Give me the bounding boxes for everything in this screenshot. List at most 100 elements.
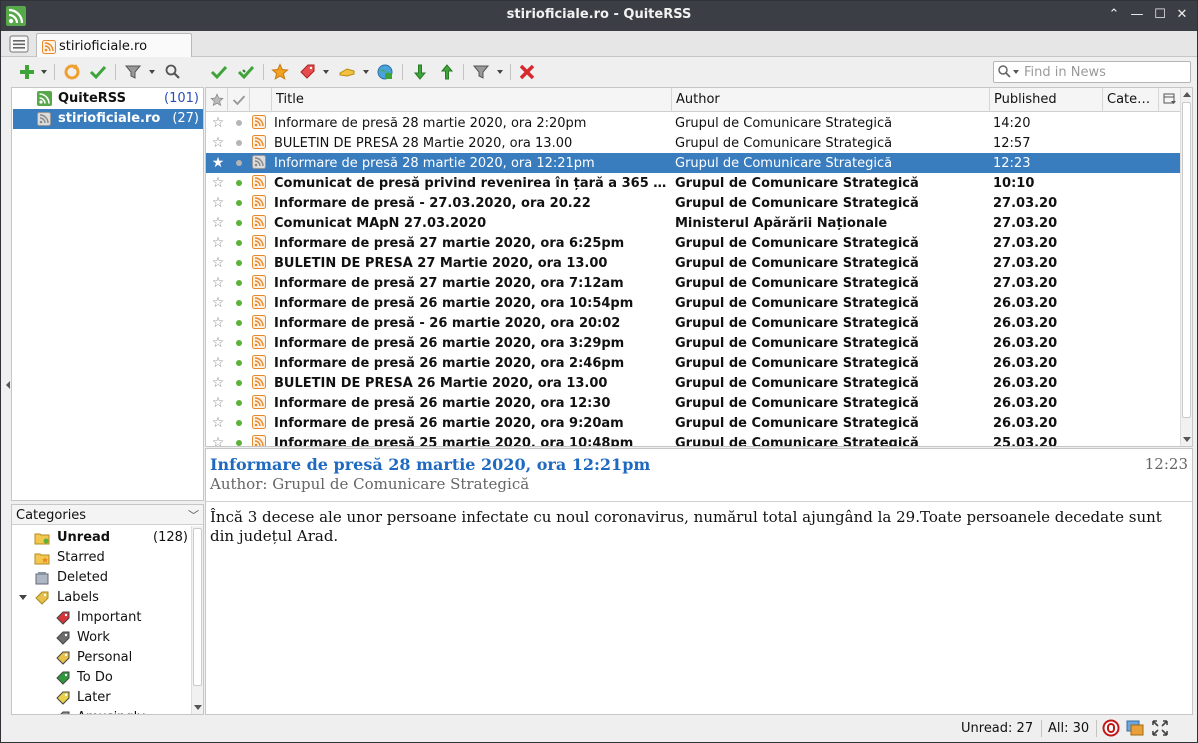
category-item-amusingly[interactable]: Amusingly [12,708,190,714]
star-icon[interactable]: ☆ [209,234,227,252]
star-icon[interactable]: ☆ [209,114,227,132]
read-status-icon[interactable] [236,280,242,286]
mark-all-read-icon[interactable] [237,63,255,81]
scroll-up-icon[interactable] [1183,92,1191,97]
share-news-dropdown-icon[interactable] [363,70,369,74]
find-feed-icon[interactable] [164,63,182,81]
news-scrollbar-thumb[interactable] [1182,102,1191,418]
column-read[interactable] [228,88,250,112]
scroll-down-icon[interactable] [194,705,202,710]
delete-news-icon[interactable] [518,63,536,81]
column-chooser-icon[interactable] [1159,88,1182,112]
category-item-to-do[interactable]: To Do [12,668,190,688]
star-icon[interactable]: ☆ [209,274,227,292]
share-news-icon[interactable] [338,63,356,81]
label-news-dropdown-icon[interactable] [323,70,329,74]
news-row[interactable]: ☆ BULETIN DE PRESĂ 28 Martie 2020, ora 13… [206,133,1182,153]
read-status-icon[interactable] [236,120,242,126]
read-status-icon[interactable] [236,240,242,246]
star-icon[interactable]: ☆ [209,354,227,372]
star-icon[interactable]: ☆ [209,194,227,212]
read-status-icon[interactable] [236,400,242,406]
previous-unread-icon[interactable] [438,63,456,81]
category-item-later[interactable]: Later [12,688,190,708]
column-category[interactable]: Cate… [1103,88,1159,112]
news-row[interactable]: ☆ Informare de presă 26 martie 2020, ora … [206,393,1182,413]
news-row[interactable]: ☆ Informare de presă 27 martie 2020, ora … [206,233,1182,253]
panel-collapse-handle[interactable] [6,381,10,389]
read-status-icon[interactable] [236,320,242,326]
category-item-unread[interactable]: Unread (128) [12,528,190,548]
star-icon[interactable]: ☆ [209,414,227,432]
star-icon[interactable]: ☆ [209,134,227,152]
add-feed-icon[interactable] [18,63,36,81]
window-close-button[interactable]: ✕ [1172,5,1192,25]
star-icon[interactable]: ☆ [209,374,227,392]
read-status-icon[interactable] [236,300,242,306]
images-toggle-icon[interactable] [1126,719,1144,741]
read-status-icon[interactable] [236,360,242,366]
news-row[interactable]: ☆ Informare de presă 26 martie 2020, ora … [206,353,1182,373]
column-published[interactable]: Published [990,88,1103,112]
feed-item-stirioficiale[interactable]: stirioficiale.ro (27) [13,109,203,129]
news-scrollbar[interactable] [1180,88,1192,446]
column-author[interactable]: Author [672,88,990,112]
star-icon[interactable]: ☆ [209,434,227,446]
category-item-deleted[interactable]: Deleted [12,568,190,588]
read-status-icon[interactable] [236,260,242,266]
find-in-news-field[interactable] [993,61,1191,83]
add-feed-dropdown-icon[interactable] [41,70,47,74]
categories-scrollbar[interactable] [191,526,203,714]
adblock-icon[interactable] [1102,719,1120,741]
star-icon[interactable]: ☆ [209,294,227,312]
news-row[interactable]: ★ Informare de presă 28 martie 2020, ora … [206,153,1182,173]
read-status-icon[interactable] [236,380,242,386]
star-news-icon[interactable] [271,63,289,81]
category-item-starred[interactable]: Starred [12,548,190,568]
feeds-filter-icon[interactable] [124,63,142,81]
star-icon[interactable]: ☆ [209,334,227,352]
news-row[interactable]: ☆ Informare de presă - 27.03.2020, ora 20… [206,193,1182,213]
news-row[interactable]: ☆ Comunicat de presă privind revenirea în… [206,173,1182,193]
main-menu-icon[interactable] [9,35,29,53]
column-title[interactable]: Title [272,88,672,112]
window-minimize-button[interactable]: — [1127,5,1147,25]
news-row[interactable]: ☆ Informare de presă 26 martie 2020, ora … [206,413,1182,433]
star-icon[interactable]: ☆ [209,174,227,192]
read-status-icon[interactable] [236,160,242,166]
news-row[interactable]: ☆ Informare de presă - 26 martie 2020, or… [206,313,1182,333]
read-status-icon[interactable] [236,140,242,146]
next-unread-icon[interactable] [411,63,429,81]
fullscreen-icon[interactable] [1151,719,1169,741]
news-row[interactable]: ☆ Informare de presă 26 martie 2020, ora … [206,333,1182,353]
read-status-icon[interactable] [236,340,242,346]
open-in-browser-icon[interactable] [376,63,394,81]
article-title-link[interactable]: Informare de presă 28 martie 2020, ora 1… [210,455,650,474]
star-icon[interactable]: ☆ [209,394,227,412]
star-icon[interactable]: ☆ [209,314,227,332]
mark-read-icon[interactable] [210,63,228,81]
category-item-work[interactable]: Work [12,628,190,648]
star-icon[interactable]: ★ [209,154,227,172]
column-starred[interactable] [206,88,228,112]
feed-item-quiterss[interactable]: QuiteRSS (101) [13,89,203,109]
scroll-down-icon[interactable] [1183,437,1191,442]
category-item-important[interactable]: Important [12,608,190,628]
column-feed[interactable] [250,88,272,112]
search-input[interactable] [1024,64,1184,80]
news-row[interactable]: ☆ Comunicat MApN 27.03.2020 Ministerul Apă… [206,213,1182,233]
news-row[interactable]: ☆ Informare de presă 28 martie 2020, ora … [206,113,1182,133]
news-filter-dropdown-icon[interactable] [497,70,503,74]
window-maximize-button[interactable]: ☐ [1150,5,1170,25]
news-filter-icon[interactable] [472,63,490,81]
update-feeds-icon[interactable] [63,63,81,81]
window-shade-button[interactable]: ⌃ [1104,5,1124,25]
search-icon[interactable] [997,64,1021,84]
label-news-icon[interactable] [298,63,316,81]
mark-feed-read-icon[interactable] [89,63,107,81]
categories-scrollbar-thumb[interactable] [193,528,202,686]
read-status-icon[interactable] [236,200,242,206]
news-row[interactable]: ☆ Informare de presă 26 martie 2020, ora … [206,293,1182,313]
category-item-labels[interactable]: Labels [12,588,190,608]
feeds-filter-dropdown-icon[interactable] [149,70,155,74]
